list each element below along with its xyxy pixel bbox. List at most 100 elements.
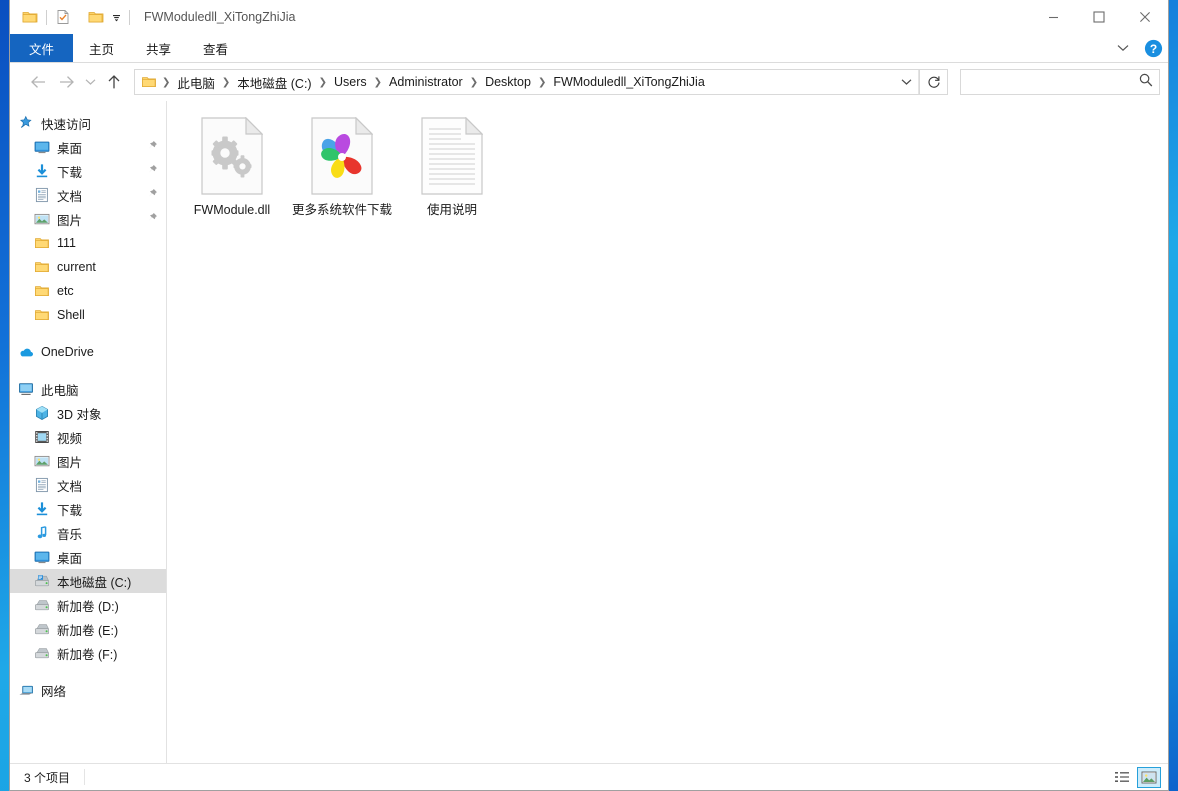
status-divider [84,769,86,785]
toolbar-divider-3 [129,9,130,25]
sidebar-item-local-disk-c[interactable]: 本地磁盘 (C:) [10,569,166,593]
breadcrumb-item-administrator[interactable]: Administrator [385,73,467,91]
details-view-button[interactable] [1110,767,1134,788]
file-item-browser-shortcut[interactable]: 更多系统软件下载 [289,111,395,224]
sidebar-item-shell[interactable]: Shell [10,303,166,327]
breadcrumb-item-local-disk-c[interactable]: 本地磁盘 (C:) [233,71,315,94]
dll-file-icon [195,115,269,197]
search-box[interactable] [960,69,1160,95]
sidebar-item-label: 本地磁盘 (C:) [57,575,132,590]
drive-icon [34,621,50,637]
sidebar-group-quick-access[interactable]: 快速访问 [10,111,166,135]
sidebar-item-desktop[interactable]: 桌面 [10,135,166,159]
sidebar-item-pictures-pc[interactable]: 图片 [10,449,166,473]
refresh-button[interactable] [920,69,948,95]
sidebar-item-label: etc [57,284,74,298]
quick-access-toolbar [10,4,134,30]
pictures-icon [34,211,50,227]
browser-shortcut-icon [305,115,379,197]
breadcrumb-item-users[interactable]: Users [330,73,371,91]
tab-view[interactable]: 查看 [187,34,244,62]
file-item-label: 使用说明 [426,203,477,217]
explorer-window: FWModuledll_XiTongZhiJia 文件 主页 共享 查看 ? ❯… [9,0,1169,791]
breadcrumb-sep-4[interactable]: ❯ [467,77,481,88]
sidebar-item-etc[interactable]: etc [10,279,166,303]
breadcrumb-item-current-folder[interactable]: FWModuledll_XiTongZhiJia [549,73,708,91]
sidebar-item-videos[interactable]: 视频 [10,425,166,449]
navigation-pane: 快速访问 桌面 下载 文档 图片 111 current etc Shell O… [10,101,167,763]
sidebar-item-drive-d[interactable]: 新加卷 (D:) [10,593,166,617]
window-title: FWModuledll_XiTongZhiJia [144,10,296,24]
file-item-label: 更多系统软件下载 [292,203,393,217]
tab-file[interactable]: 文件 [10,34,74,62]
pin-icon[interactable] [147,212,158,226]
sidebar-item-downloads[interactable]: 下载 [10,159,166,183]
back-button[interactable] [24,68,52,96]
breadcrumb-sep-1[interactable]: ❯ [219,77,233,88]
breadcrumb-folder-icon[interactable] [139,74,159,90]
sidebar-item-current[interactable]: current [10,255,166,279]
folder-icon [34,283,50,299]
sidebar-item-onedrive[interactable]: OneDrive [10,340,166,364]
explorer-body: 快速访问 桌面 下载 文档 图片 111 current etc Shell O… [10,101,1168,763]
new-folder-icon[interactable] [84,4,108,30]
sidebar-item-network[interactable]: 网络 [10,678,166,702]
minimize-button[interactable] [1030,0,1076,34]
drive-icon [34,645,50,661]
large-icons-view-button[interactable] [1137,766,1161,788]
sidebar-item-label: 图片 [57,213,83,228]
title-bar: FWModuledll_XiTongZhiJia [10,0,1168,34]
folder-icon[interactable] [18,4,42,30]
sidebar-item-label: 111 [57,236,77,250]
address-dropdown-icon[interactable] [894,70,918,94]
toolbar-divider-1 [46,9,47,25]
help-icon[interactable]: ? [1142,37,1164,59]
sidebar-item-drive-e[interactable]: 新加卷 (E:) [10,617,166,641]
sidebar-item-label: 3D 对象 [57,407,102,422]
breadcrumb-sep-3[interactable]: ❯ [371,77,385,88]
download-icon [34,501,50,517]
pin-icon[interactable] [147,188,158,202]
pin-icon[interactable] [147,164,158,178]
sidebar-item-111[interactable]: 111 [10,231,166,255]
tab-share[interactable]: 共享 [130,34,187,62]
sidebar-item-music[interactable]: 音乐 [10,521,166,545]
window-controls [1030,0,1168,34]
forward-button[interactable] [52,68,80,96]
drive-icon [34,597,50,613]
properties-icon[interactable] [51,4,75,30]
sidebar-item-pictures[interactable]: 图片 [10,207,166,231]
sidebar-item-downloads-pc[interactable]: 下载 [10,497,166,521]
sidebar-item-3d-objects[interactable]: 3D 对象 [10,401,166,425]
tab-home[interactable]: 主页 [73,34,130,62]
sidebar-item-label: 文档 [57,479,83,494]
sidebar-item-drive-f[interactable]: 新加卷 (F:) [10,641,166,665]
status-bar: 3 个项目 [10,763,1168,790]
file-list-view[interactable]: FWModule.dll 更多系统软件下载 使用说明 [167,101,1168,763]
up-button[interactable] [100,68,128,96]
sidebar-item-documents[interactable]: 文档 [10,183,166,207]
recent-locations-button[interactable] [80,68,100,96]
chevron-down-icon[interactable] [1110,36,1136,60]
text-file-icon [415,115,489,197]
sidebar-group-this-pc[interactable]: 此电脑 [10,377,166,401]
file-item-fwmodule-dll[interactable]: FWModule.dll [179,111,285,224]
pin-icon[interactable] [147,140,158,154]
svg-text:?: ? [1149,42,1156,56]
file-item-readme[interactable]: 使用说明 [399,111,505,224]
maximize-button[interactable] [1076,0,1122,34]
sidebar-item-documents-pc[interactable]: 文档 [10,473,166,497]
search-input[interactable] [967,74,1139,90]
sidebar-item-desktop-pc[interactable]: 桌面 [10,545,166,569]
breadcrumb-item-this-pc[interactable]: 此电脑 [173,71,219,94]
breadcrumb-item-desktop[interactable]: Desktop [481,73,535,91]
star-pin-icon [18,115,34,131]
sidebar-item-label: 新加卷 (D:) [57,599,119,614]
search-icon[interactable] [1139,73,1153,92]
quick-access-dropdown[interactable] [108,4,125,30]
breadcrumb-sep-2[interactable]: ❯ [316,77,330,88]
close-button[interactable] [1122,0,1168,34]
item-count-label: 3 个项目 [24,770,71,785]
breadcrumb-sep-5[interactable]: ❯ [535,77,549,88]
